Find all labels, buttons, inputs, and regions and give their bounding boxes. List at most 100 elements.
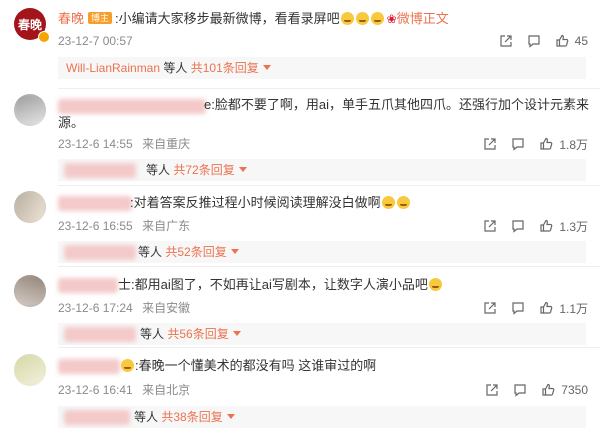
redacted-reply-author <box>64 410 130 425</box>
comment-button[interactable] <box>511 301 525 315</box>
comment-time: 23-12-6 17:24 <box>58 301 133 315</box>
redacted-username <box>58 278 118 293</box>
reply-count[interactable]: 共72条回复 <box>173 163 234 177</box>
comment-meta: 23-12-6 17:24 来自安徽 <box>58 300 196 316</box>
comment-meta: 23-12-6 16:41 来自北京 <box>58 382 196 398</box>
comment-icon <box>512 220 524 233</box>
caret-down-icon <box>226 414 235 419</box>
avatar[interactable] <box>14 94 46 126</box>
comment-body: :小编请大家移步最新微博，看看录屏吧 <box>115 11 340 26</box>
reply-summary[interactable]: 等人 共56条回复 <box>58 323 586 345</box>
comment-text: :春晚一个懂美术的都没有吗 这谁审过的啊 <box>120 356 586 375</box>
avatar-image <box>14 354 46 386</box>
comment-button[interactable] <box>527 34 541 48</box>
comment-body: :对着答案反推过程小时候阅读理解没白做啊 <box>130 195 381 210</box>
comment-actions: 1.3万 <box>469 218 588 234</box>
avatar[interactable] <box>14 191 46 223</box>
comment-text: e:脸都不要了啊，用ai，单手五爪其他四爪。还强行加个设计元素来 <box>204 95 589 114</box>
weibo-post-link[interactable]: 微博正文 <box>397 11 449 26</box>
share-button[interactable] <box>499 34 513 48</box>
comment-body-line2: 源。 <box>58 115 85 130</box>
comment-item: :春晚一个懂美术的都没有吗 这谁审过的啊 23-12-6 16:41 来自北京 … <box>0 347 600 446</box>
like-icon <box>542 383 555 396</box>
avatar[interactable] <box>14 354 46 386</box>
reply-count[interactable]: 共52条回复 <box>165 245 226 259</box>
reply-others: 等人 <box>163 61 188 75</box>
comment-location: 来自北京 <box>142 383 191 397</box>
like-icon <box>540 137 553 150</box>
reply-box <box>58 323 586 345</box>
comment-time: 23-12-6 16:41 <box>58 383 133 397</box>
comment-meta: 23-12-6 16:55 来自广东 <box>58 218 196 234</box>
like-button[interactable]: 1.1万 <box>539 300 588 317</box>
reply-others: 等人 <box>138 245 163 259</box>
like-count: 45 <box>574 34 588 48</box>
comment-button[interactable] <box>511 137 525 151</box>
caret-down-icon <box>238 167 247 172</box>
like-icon <box>540 219 553 232</box>
emoji-icon <box>355 12 369 25</box>
like-count: 7350 <box>561 383 588 397</box>
redacted-username <box>58 99 206 114</box>
reply-count[interactable]: 共101条回复 <box>191 61 259 75</box>
share-icon <box>500 35 512 47</box>
share-button[interactable] <box>483 137 497 151</box>
reply-count[interactable]: 共38条回复 <box>161 410 222 424</box>
share-icon <box>484 220 496 232</box>
comment-icon <box>528 35 540 48</box>
emoji-icon <box>381 196 395 209</box>
reply-others: 等人 <box>134 410 159 424</box>
like-button[interactable]: 45 <box>555 34 588 48</box>
comment-author[interactable]: 春晚 <box>58 11 84 26</box>
like-button[interactable]: 1.3万 <box>539 218 588 235</box>
reply-summary[interactable]: 等人 共38条回复 <box>58 406 586 428</box>
reply-box <box>58 159 586 181</box>
emoji-icon <box>340 12 354 25</box>
avatar[interactable] <box>14 275 46 307</box>
comment-time: 23-12-6 14:55 <box>58 137 133 151</box>
comment-actions: 7350 <box>471 382 588 398</box>
comment-actions: 1.1万 <box>469 300 588 316</box>
like-count: 1.3万 <box>559 219 588 234</box>
like-count: 1.8万 <box>559 137 588 152</box>
author-badge: 博主 <box>88 12 113 24</box>
like-button[interactable]: 1.8万 <box>539 136 588 153</box>
reply-author[interactable]: Will-LianRainman <box>66 61 160 75</box>
share-button[interactable] <box>483 301 497 315</box>
weibo-logo-icon: ❀ <box>386 12 397 26</box>
reply-count[interactable]: 共56条回复 <box>167 327 228 341</box>
comment-item: 春晚 春晚 博主:小编请大家移步最新微博，看看录屏吧 ❀微博正文 23-12-7 0… <box>0 0 600 88</box>
share-button[interactable] <box>483 219 497 233</box>
reply-summary[interactable]: 等人 共72条回复 <box>58 159 586 181</box>
comment-meta: 23-12-6 14:55 来自重庆 <box>58 136 196 152</box>
avatar-image <box>14 94 46 126</box>
share-icon <box>486 384 498 396</box>
like-icon <box>556 34 568 47</box>
comment-text: :对着答案反推过程小时候阅读理解没白做啊 <box>130 193 586 212</box>
redacted-username <box>58 196 132 211</box>
comment-location: 来自重庆 <box>142 137 191 151</box>
like-icon <box>540 301 553 314</box>
comment-button[interactable] <box>513 383 527 397</box>
comment-meta: 23-12-7 00:57 <box>58 33 139 49</box>
comment-item: :对着答案反推过程小时候阅读理解没白做啊 23-12-6 16:55 来自广东 … <box>0 185 600 266</box>
comment-icon <box>512 302 524 315</box>
like-button[interactable]: 7350 <box>541 383 588 397</box>
redacted-username <box>58 359 120 374</box>
comment-actions: 1.8万 <box>469 136 588 152</box>
caret-down-icon <box>230 249 239 254</box>
emoji-icon <box>396 196 410 209</box>
comment-item: e:脸都不要了啊，用ai，单手五爪其他四爪。还强行加个设计元素来 源。 23-1… <box>0 88 600 185</box>
share-icon <box>484 138 496 150</box>
avatar-image <box>14 191 46 223</box>
avatar-label: 春晚 <box>17 17 42 32</box>
comment-icon <box>514 384 526 397</box>
comment-actions: 45 <box>485 33 588 49</box>
share-button[interactable] <box>485 383 499 397</box>
reply-summary[interactable]: Will-LianRainman 等人 共101条回复 <box>58 57 586 79</box>
redacted-reply-author <box>64 327 136 342</box>
comment-button[interactable] <box>511 219 525 233</box>
reply-summary[interactable]: 等人 共52条回复 <box>58 241 586 263</box>
avatar-image <box>14 275 46 307</box>
comment-body: e:脸都不要了啊，用ai，单手五爪其他四爪。还强行加个设计元素来 <box>204 97 589 112</box>
